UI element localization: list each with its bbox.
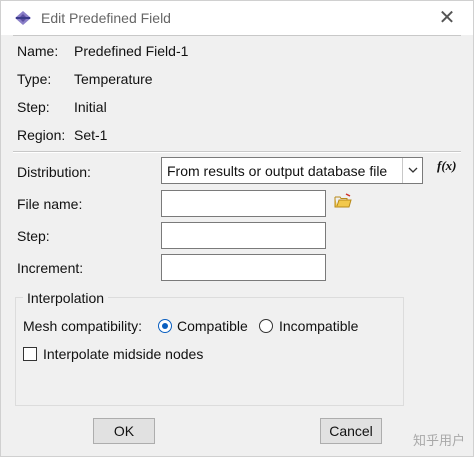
distribution-label: Distribution:	[17, 164, 91, 180]
step-field-label: Step:	[17, 228, 50, 244]
edit-predefined-field-dialog: Edit Predefined Field ✕ Name: Predefined…	[0, 0, 474, 457]
name-label: Name:	[17, 43, 59, 59]
mesh-compatibility-label: Mesh compatibility:	[23, 318, 143, 334]
increment-input[interactable]	[161, 254, 326, 281]
compatible-radio[interactable]	[158, 319, 172, 333]
watermark: 知乎用户	[412, 433, 465, 448]
region-value: Set-1	[74, 127, 108, 143]
type-label: Type:	[17, 71, 52, 87]
incompatible-radio-label[interactable]: Incompatible	[279, 318, 358, 334]
close-icon[interactable]: ✕	[435, 6, 459, 30]
interpolate-midside-label[interactable]: Interpolate midside nodes	[43, 346, 203, 362]
ok-button[interactable]: OK	[93, 418, 155, 444]
name-value: Predefined Field-1	[74, 43, 189, 59]
fx-function-icon[interactable]: f(x)	[437, 158, 457, 174]
compatible-radio-label[interactable]: Compatible	[177, 318, 248, 334]
window-title: Edit Predefined Field	[41, 10, 171, 26]
cancel-button[interactable]: Cancel	[320, 418, 382, 444]
info-divider-highlight	[13, 152, 461, 153]
file-name-input[interactable]	[161, 190, 326, 217]
region-label: Region:	[17, 127, 66, 143]
interpolation-group-title: Interpolation	[23, 290, 109, 306]
distribution-select[interactable]: From results or output database file	[161, 157, 423, 184]
distribution-selected-value: From results or output database file	[167, 163, 388, 179]
open-folder-icon[interactable]	[334, 193, 352, 209]
incompatible-radio[interactable]	[259, 319, 273, 333]
type-value: Temperature	[74, 71, 153, 87]
interpolate-midside-checkbox[interactable]	[23, 347, 37, 361]
step-info-value: Initial	[74, 99, 107, 115]
chevron-down-icon[interactable]	[402, 158, 422, 183]
increment-label: Increment:	[17, 260, 84, 276]
title-bar[interactable]: Edit Predefined Field ✕	[1, 1, 473, 35]
file-name-label: File name:	[17, 196, 83, 212]
step-input[interactable]	[161, 222, 326, 249]
step-info-label: Step:	[17, 99, 50, 115]
abaqus-app-icon	[15, 11, 31, 25]
title-divider	[13, 35, 461, 36]
